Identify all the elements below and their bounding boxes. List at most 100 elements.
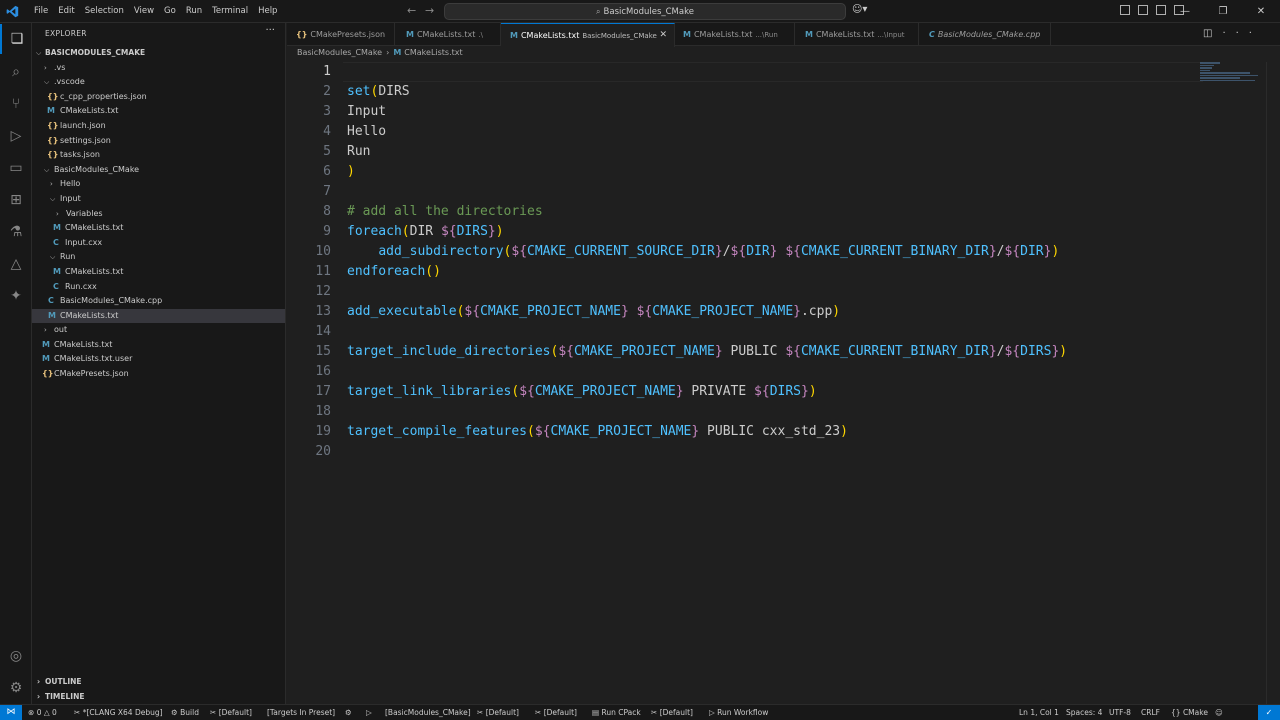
source-control-icon[interactable]: ⑂ (0, 89, 32, 119)
toggle-primary-sidebar-icon[interactable] (1120, 5, 1130, 15)
chevron-right-icon: › (50, 180, 53, 189)
breadcrumb-folder[interactable]: BasicModules_CMake (297, 48, 382, 57)
tree-folder-out[interactable]: › out (32, 323, 285, 338)
problems-indicator[interactable]: ⊗ 0 △ 0 (28, 705, 57, 720)
language-mode[interactable]: {} CMake (1171, 705, 1208, 720)
package-preset[interactable]: ✂ [Default] (535, 705, 577, 720)
outline-section[interactable]: › OUTLINE (32, 675, 285, 689)
vertical-scrollbar[interactable] (1266, 62, 1280, 704)
tree-file[interactable]: {} CMakePresets.json (32, 367, 285, 382)
cursor-position[interactable]: Ln 1, Col 1 (1019, 705, 1059, 720)
tree-file-selected[interactable]: M CMakeLists.txt (32, 308, 285, 324)
tree-file[interactable]: M CMakeLists.txt (32, 338, 285, 353)
cmake-icon[interactable]: △ (0, 249, 32, 279)
tab-cmakelists-root[interactable]: M CMakeLists.txt .\ (395, 23, 501, 46)
tree-folder-run[interactable]: ⌵ Run (32, 250, 285, 265)
tree-folder-hello[interactable]: › Hello (32, 177, 285, 192)
menu-file[interactable]: File (29, 0, 53, 23)
close-window-button[interactable]: ✕ (1242, 0, 1280, 23)
indentation[interactable]: Spaces: 4 (1066, 705, 1102, 720)
command-center-search[interactable]: ⌕ BasicModules_CMake (444, 3, 846, 20)
tree-file[interactable]: {} launch.json (32, 119, 285, 134)
run-cpack-button[interactable]: ▤ Run CPack (592, 705, 641, 720)
breadcrumb-separator-icon: › (386, 48, 390, 57)
tree-folder-variables[interactable]: › Variables (32, 207, 285, 222)
remote-indicator-icon[interactable]: ⋈ (0, 705, 22, 720)
timeline-section[interactable]: › TIMELINE (32, 690, 285, 704)
tree-file[interactable]: {} settings.json (32, 134, 285, 149)
encoding[interactable]: UTF-8 (1109, 705, 1131, 720)
code-line: # add all the directories (347, 204, 543, 219)
tree-folder-vscode[interactable]: ⌵ .vscode (32, 75, 285, 90)
notifications-bell-icon[interactable]: ✓ (1258, 705, 1280, 720)
toggle-panel-icon[interactable] (1138, 5, 1148, 15)
test-preset[interactable]: ✂ [Default] (477, 705, 519, 720)
split-editor-icon[interactable]: ◫ (1203, 28, 1222, 39)
line-ending[interactable]: CRLF (1141, 705, 1160, 720)
build-preset[interactable]: ✂ [Default] (210, 705, 252, 720)
minimap[interactable] (1200, 62, 1262, 92)
testing-icon[interactable]: ⚗ (0, 217, 32, 247)
settings-gear-icon[interactable]: ⚙ (0, 673, 32, 703)
menu-go[interactable]: Go (159, 0, 181, 23)
tree-folder-vs[interactable]: › .vs (32, 61, 285, 76)
maximize-button[interactable]: ❐ (1204, 0, 1242, 23)
tab-cmakelists-active[interactable]: M CMakeLists.txt BasicModules_CMake ✕ (501, 23, 675, 47)
run-debug-icon[interactable]: ▷ (0, 121, 32, 151)
tools-icon: ✂ (651, 708, 658, 717)
tree-file[interactable]: C BasicModules_CMake.cpp (32, 294, 285, 309)
close-tab-icon[interactable]: ✕ (659, 24, 667, 47)
line-number: 16 (315, 364, 331, 379)
build-target[interactable]: [Targets In Preset] (267, 705, 335, 720)
menu-view[interactable]: View (129, 0, 159, 23)
menu-help[interactable]: Help (253, 0, 282, 23)
cmake-file-icon: M (393, 48, 402, 57)
tree-file[interactable]: M CMakeLists.txt (32, 265, 285, 280)
build-button[interactable]: ⚙ Build (171, 705, 199, 720)
tree-file[interactable]: M CMakeLists.txt (32, 104, 285, 119)
back-arrow-icon[interactable]: ← (407, 5, 416, 17)
copilot-icon[interactable]: ☺▾ (852, 4, 867, 15)
run-workflow-button[interactable]: ▷ Run Workflow (709, 705, 768, 720)
menu-run[interactable]: Run (181, 0, 207, 23)
launch-target[interactable]: [BasicModules_CMake] (385, 705, 471, 720)
tree-folder-basicmodules[interactable]: ⌵ BasicModules_CMake (32, 163, 285, 178)
cmake-kit[interactable]: ✂ *[CLANG X64 Debug] (74, 705, 163, 720)
chevron-right-icon: › (37, 692, 41, 701)
minimize-button[interactable]: — (1166, 0, 1204, 23)
menu-terminal[interactable]: Terminal (207, 0, 253, 23)
debug-icon[interactable]: ⚙ (345, 705, 352, 720)
workflow-preset[interactable]: ✂ [Default] (651, 705, 693, 720)
tab-cmakelists-input[interactable]: M CMakeLists.txt ...\Input (795, 23, 919, 46)
run-icon[interactable]: ▷ (366, 705, 372, 720)
tab-cmakepresets[interactable]: {} CMakePresets.json (287, 23, 395, 46)
copilot-chat-icon[interactable]: ✦ (0, 281, 32, 311)
menu-edit[interactable]: Edit (53, 0, 79, 23)
tree-file[interactable]: M CMakeLists.txt (32, 221, 285, 236)
copilot-status-icon[interactable]: ☺ (1215, 705, 1223, 720)
tree-folder-input[interactable]: ⌵ Input (32, 192, 285, 207)
tree-root[interactable]: ⌵ BASICMODULES_CMAKE (32, 46, 285, 61)
forward-arrow-icon[interactable]: → (425, 5, 434, 17)
extensions-icon[interactable]: ⊞ (0, 185, 32, 215)
code-editor[interactable]: 1 2 3 4 5 6 7 8 9 10 11 12 13 14 15 16 1… (287, 62, 1280, 704)
tree-file[interactable]: {} c_cpp_properties.json (32, 90, 285, 105)
chevron-right-icon: › (37, 677, 41, 686)
menu-selection[interactable]: Selection (80, 0, 129, 23)
tree-file[interactable]: C Run.cxx (32, 280, 285, 295)
search-view-icon[interactable]: ⌕ (0, 57, 32, 87)
remote-explorer-icon[interactable]: ▭ (0, 153, 32, 183)
accounts-icon[interactable]: ◎ (0, 641, 32, 671)
tree-file[interactable]: C Input.cxx (32, 236, 285, 251)
explorer-icon[interactable]: ❏ (0, 24, 32, 54)
breadcrumb-file[interactable]: CMakeLists.txt (404, 48, 462, 57)
more-actions-icon[interactable]: ··· (265, 25, 275, 36)
tab-cmakelists-run[interactable]: M CMakeLists.txt ...\Run (675, 23, 795, 46)
tree-file[interactable]: {} tasks.json (32, 148, 285, 163)
tree-file[interactable]: M CMakeLists.txt.user (32, 352, 285, 367)
more-actions-icon[interactable]: ··· (1222, 28, 1262, 39)
chevron-down-icon: ⌵ (36, 49, 42, 57)
tab-basicmodules-cpp[interactable]: C BasicModules_CMake.cpp (919, 23, 1051, 46)
toggle-secondary-sidebar-icon[interactable] (1156, 5, 1166, 15)
